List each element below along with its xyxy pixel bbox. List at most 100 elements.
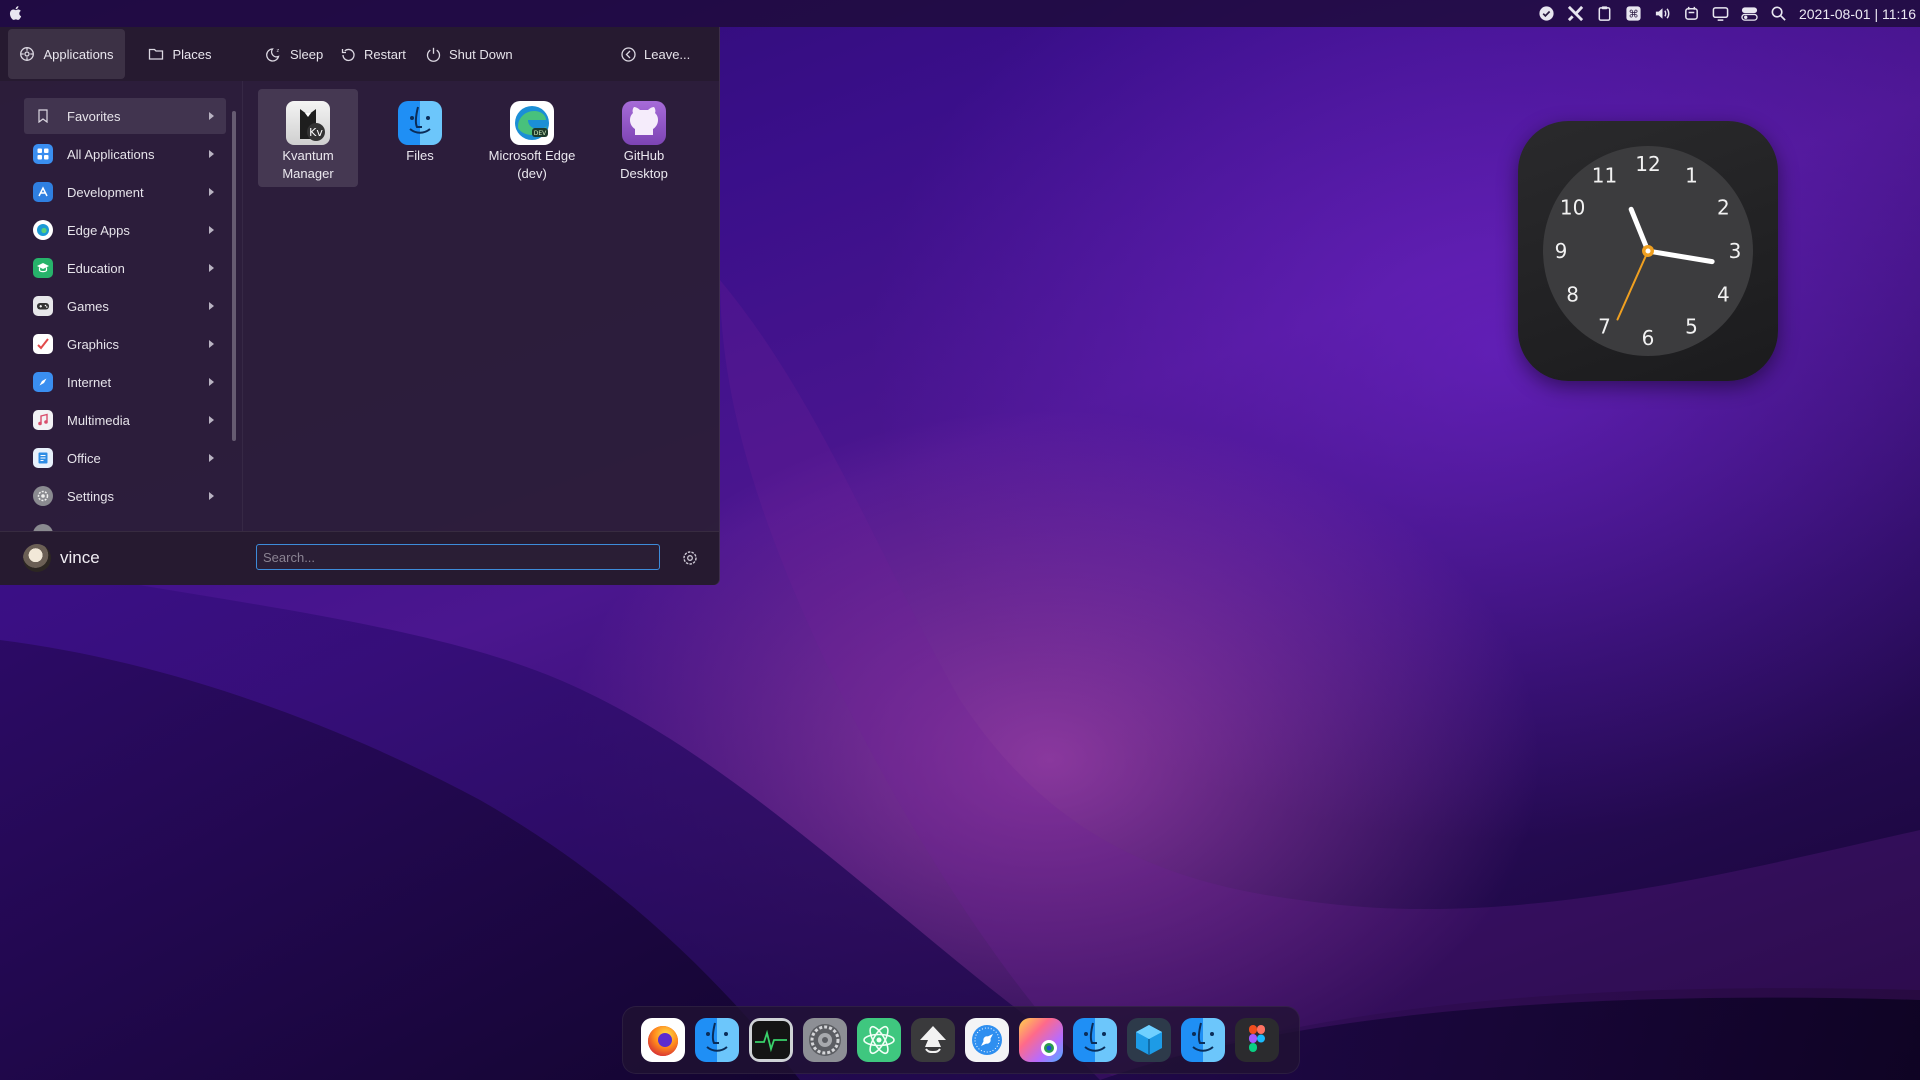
category-label: All Applications: [67, 146, 155, 162]
activity-monitor-icon[interactable]: [749, 1018, 793, 1062]
app-kvantum-manager[interactable]: Kv Kvantum Manager: [258, 89, 358, 187]
analog-clock-widget[interactable]: 12 1 2 3 4 5 6 7 8 9 10 11: [1518, 121, 1778, 381]
category-label: Favorites: [67, 108, 121, 124]
leave-label: Leave...: [644, 46, 691, 62]
clock-number: 7: [1598, 314, 1611, 338]
category-internet[interactable]: Internet: [24, 364, 226, 400]
sleep-label: Sleep: [290, 46, 324, 62]
leave-icon: [621, 46, 636, 62]
app-label: Microsoft Edge (dev): [488, 148, 576, 181]
category-all-applications[interactable]: All Applications: [24, 136, 226, 172]
atom-icon[interactable]: [857, 1018, 901, 1062]
x-app-icon[interactable]: [1567, 5, 1585, 23]
category-label: Games: [67, 298, 109, 314]
app-label: GitHub Desktop: [620, 148, 668, 181]
category-settings[interactable]: Settings: [24, 478, 226, 514]
gamepad-icon: [33, 296, 53, 316]
category-partial[interactable]: [24, 516, 226, 531]
shutdown-button[interactable]: Shut Down: [425, 29, 513, 79]
edge-icon: [33, 220, 53, 240]
check-circle-icon[interactable]: [1538, 5, 1556, 23]
category-graphics[interactable]: Graphics: [24, 326, 226, 362]
inkscape-icon[interactable]: [911, 1018, 955, 1062]
restart-label: Restart: [364, 46, 406, 62]
shutdown-label: Shut Down: [449, 46, 513, 62]
category-label: Multimedia: [67, 412, 130, 428]
drive-icon[interactable]: [1683, 5, 1701, 23]
safari-icon[interactable]: [965, 1018, 1009, 1062]
clock-number: 11: [1592, 164, 1617, 188]
configure-icon[interactable]: [681, 549, 699, 567]
toggle-icon[interactable]: [1741, 5, 1759, 23]
graphics-icon: [33, 334, 53, 354]
category-development[interactable]: Development: [24, 174, 226, 210]
clock-number: 4: [1717, 283, 1730, 307]
svg-text:Kv: Kv: [309, 126, 323, 139]
photos-icon[interactable]: [1019, 1018, 1063, 1062]
internet-icon: [33, 372, 53, 392]
system-preferences-icon[interactable]: [803, 1018, 847, 1062]
clock-number: 9: [1555, 239, 1568, 263]
all-applications-icon: [33, 144, 53, 164]
category-list: Favorites All Applications Development E…: [0, 81, 242, 531]
category-label: Settings: [67, 488, 114, 504]
dock: [622, 1006, 1300, 1074]
github-desktop-icon: [622, 101, 666, 145]
finder-icon[interactable]: [1073, 1018, 1117, 1062]
leave-button[interactable]: Leave...: [620, 29, 690, 79]
category-office[interactable]: Office: [24, 440, 226, 476]
category-edge-apps[interactable]: Edge Apps: [24, 212, 226, 248]
launcher-footer: vince: [0, 531, 719, 585]
applications-icon: [20, 47, 35, 61]
restart-button[interactable]: Restart: [340, 29, 406, 79]
panel-clock[interactable]: 2021-08-01 | 11:16: [1799, 6, 1916, 22]
username: vince: [60, 548, 100, 567]
settings-gear-icon: [33, 486, 53, 506]
clock-number: 5: [1685, 314, 1698, 338]
svg-text:DEV: DEV: [534, 130, 547, 137]
tab-places[interactable]: Places: [140, 29, 220, 79]
edge-dev-icon: DEV: [510, 101, 554, 145]
tab-applications[interactable]: Applications: [8, 29, 125, 79]
clock-number: 3: [1729, 239, 1742, 263]
category-education[interactable]: Education: [24, 250, 226, 286]
category-label: Office: [67, 450, 101, 466]
launcher-header: Applications Places z Sleep Restart Shut…: [0, 27, 719, 81]
category-multimedia[interactable]: Multimedia: [24, 402, 226, 438]
power-icon: [426, 47, 441, 62]
avatar[interactable]: [23, 544, 51, 572]
app-microsoft-edge-dev[interactable]: DEV Microsoft Edge (dev): [482, 89, 582, 187]
svg-text:⌘: ⌘: [1629, 8, 1639, 20]
app-github-desktop[interactable]: GitHub Desktop: [594, 89, 694, 187]
restart-icon: [341, 48, 355, 61]
category-favorites[interactable]: Favorites: [24, 98, 226, 134]
app-files[interactable]: Files: [370, 89, 470, 187]
clock-number: 12: [1635, 152, 1660, 176]
development-icon: [33, 182, 53, 202]
category-scrollbar[interactable]: [232, 111, 236, 441]
firefox-icon[interactable]: [641, 1018, 685, 1062]
virtualbox-icon[interactable]: [1127, 1018, 1171, 1062]
volume-icon[interactable]: [1654, 5, 1672, 23]
apple-menu-icon[interactable]: [7, 4, 25, 22]
category-label: Internet: [67, 374, 112, 390]
command-icon[interactable]: ⌘: [1625, 5, 1643, 23]
figma-icon[interactable]: [1235, 1018, 1279, 1062]
display-icon[interactable]: [1712, 5, 1730, 23]
search-input[interactable]: [256, 544, 660, 570]
education-icon: [33, 258, 53, 278]
svg-text:z: z: [277, 48, 280, 54]
office-icon: [33, 448, 53, 468]
finder-icon[interactable]: [1181, 1018, 1225, 1062]
system-icon: [33, 524, 53, 531]
finder-icon[interactable]: [695, 1018, 739, 1062]
category-label: Education: [67, 260, 125, 276]
kvantum-icon: Kv: [286, 101, 330, 145]
category-games[interactable]: Games: [24, 288, 226, 324]
app-label: Kvantum Manager: [282, 148, 334, 181]
search-icon[interactable]: [1770, 5, 1788, 23]
app-label: Files: [406, 148, 434, 163]
clipboard-icon[interactable]: [1596, 5, 1614, 23]
sleep-button[interactable]: z Sleep: [266, 29, 323, 79]
category-label: Graphics: [67, 336, 120, 352]
